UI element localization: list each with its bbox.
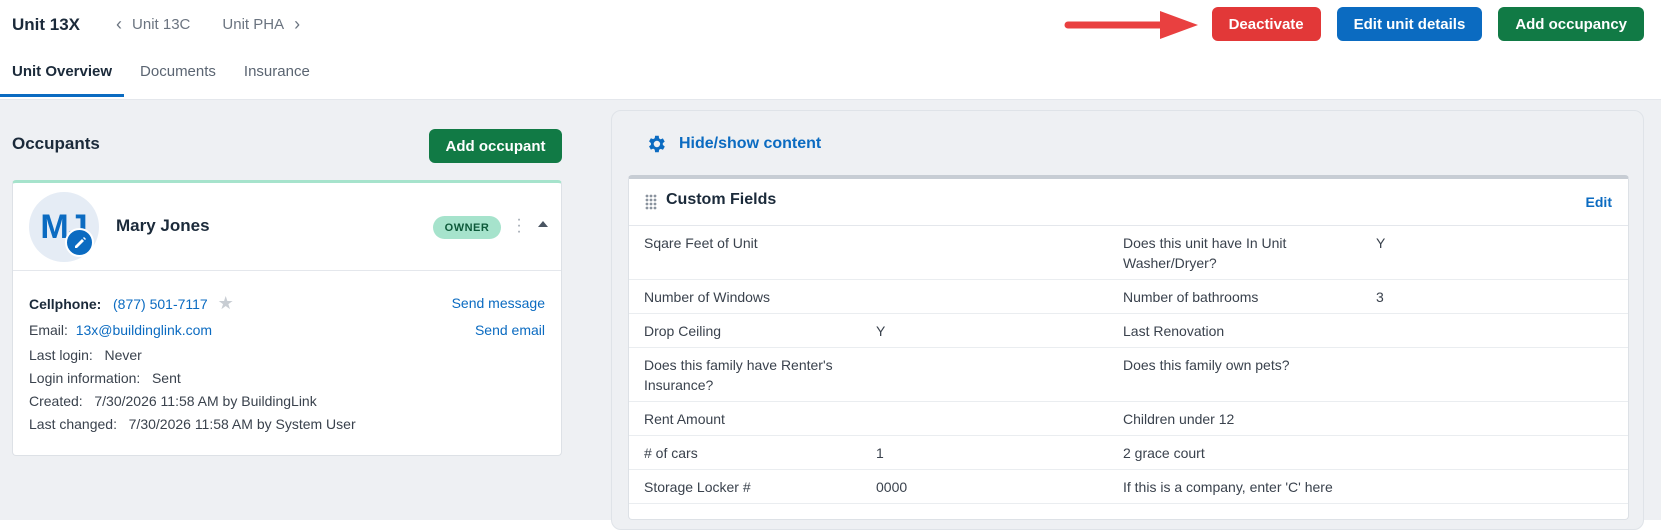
custom-fields-title: Custom Fields (666, 191, 777, 208)
field-label: Drop Ceiling (629, 313, 876, 348)
field-label: Children under 12 (1123, 401, 1376, 436)
field-value: 3 (1376, 279, 1628, 314)
chevron-left-icon[interactable]: ‹ (116, 14, 122, 35)
table-row: Does this family have Renter's Insurance… (629, 347, 1628, 402)
login-info-value: Sent (151, 370, 181, 386)
field-value (876, 226, 1123, 280)
page-header: Unit 13X ‹ Unit 13C Unit PHA › Deactivat… (0, 0, 1661, 100)
prev-unit-link[interactable]: Unit 13C (132, 16, 190, 33)
add-occupancy-button[interactable]: Add occupancy (1498, 7, 1644, 41)
field-label: 2 grace court (1123, 435, 1376, 470)
table-row: Sqare Feet of Unit Does this unit have I… (629, 226, 1628, 280)
unit-navigation: Unit 13X ‹ Unit 13C Unit PHA › (12, 14, 310, 35)
unit-tabs: Unit Overview Documents Insurance (0, 55, 326, 97)
field-value (1376, 435, 1628, 470)
annotation-arrow-icon (1064, 11, 1198, 39)
field-label: Number of bathrooms (1123, 279, 1376, 314)
edit-unit-details-button[interactable]: Edit unit details (1336, 7, 1483, 41)
last-changed-label: Last changed: (29, 416, 117, 432)
email-row: Email: 13x@buildinglink.com (29, 322, 212, 338)
page-title: Unit 13X (12, 14, 81, 34)
custom-fields-card: Custom Fields Edit Sqare Feet of Unit Do… (628, 175, 1629, 520)
add-occupant-button[interactable]: Add occupant (429, 129, 562, 163)
send-email-link[interactable]: Send email (475, 322, 545, 338)
created-value: 7/30/2026 11:58 AM by BuildingLink (94, 393, 317, 409)
drag-handle-icon[interactable] (645, 194, 657, 210)
main-content: Occupants Add occupant MJ Mary Jones OWN… (0, 100, 1661, 530)
field-label: If this is a company, enter 'C' here (1123, 469, 1376, 504)
cellphone-link[interactable]: (877) 501-7117 (113, 296, 208, 312)
field-value (876, 279, 1123, 314)
field-value (876, 401, 1123, 436)
field-value (1376, 313, 1628, 348)
login-info-label: Login information: (29, 370, 141, 386)
chevron-right-icon[interactable]: › (294, 14, 300, 35)
field-value (1376, 469, 1628, 504)
last-login-value: Never (104, 347, 142, 363)
cellphone-row: Cellphone: (877) 501-7117 ★ (29, 293, 234, 314)
table-row: Drop Ceiling Y Last Renovation (629, 313, 1628, 348)
login-info-row: Login information: Sent (29, 370, 181, 386)
field-value: 0000 (876, 469, 1123, 504)
field-label: Last Renovation (1123, 313, 1376, 348)
occupant-card: MJ Mary Jones OWNER · · · Cellphone: (877)… (12, 180, 562, 456)
field-label: Storage Locker # (629, 469, 876, 504)
tab-unit-overview[interactable]: Unit Overview (0, 55, 125, 97)
created-row: Created: 7/30/2026 11:58 AM by BuildingL… (29, 393, 317, 409)
last-login-row: Last login: Never (29, 347, 142, 363)
field-value: 1 (876, 435, 1123, 470)
tab-documents[interactable]: Documents (128, 55, 228, 97)
status-badge: OWNER (433, 216, 501, 239)
cellphone-label: Cellphone: (29, 296, 102, 312)
table-row: # of cars 1 2 grace court (629, 435, 1628, 470)
email-label: Email: (29, 322, 68, 338)
custom-fields-table: Sqare Feet of Unit Does this unit have I… (629, 226, 1628, 504)
unit-details-panel: Hide/show content Custom Fields Edit Sqa… (611, 110, 1644, 530)
custom-fields-edit-link[interactable]: Edit (1586, 194, 1612, 210)
occupant-card-header: MJ Mary Jones OWNER · · · (13, 183, 561, 271)
next-unit-link[interactable]: Unit PHA (222, 16, 284, 33)
custom-fields-header: Custom Fields Edit (629, 179, 1628, 226)
table-row: Rent Amount Children under 12 (629, 401, 1628, 436)
edit-avatar-pencil-icon[interactable] (65, 228, 94, 257)
field-label: Does this unit have In Unit Washer/Dryer… (1123, 226, 1376, 280)
star-icon[interactable]: ★ (218, 293, 234, 313)
last-changed-row: Last changed: 7/30/2026 11:58 AM by Syst… (29, 416, 356, 432)
created-label: Created: (29, 393, 83, 409)
field-value (1376, 347, 1628, 402)
deactivate-button[interactable]: Deactivate (1211, 7, 1321, 41)
field-label: Does this family have Renter's Insurance… (629, 347, 876, 402)
field-value (1376, 401, 1628, 436)
field-label: Does this family own pets? (1123, 347, 1376, 402)
occupants-heading: Occupants (12, 134, 100, 153)
field-label: Rent Amount (629, 401, 876, 436)
field-label: Number of Windows (629, 279, 876, 314)
table-row: Storage Locker # 0000 If this is a compa… (629, 469, 1628, 504)
email-link[interactable]: 13x@buildinglink.com (76, 322, 212, 338)
send-message-link[interactable]: Send message (452, 295, 545, 311)
field-label: # of cars (629, 435, 876, 470)
field-label: Sqare Feet of Unit (629, 226, 876, 280)
field-value (876, 347, 1123, 402)
more-options-icon[interactable]: · · · (515, 212, 523, 240)
field-value: Y (876, 313, 1123, 348)
tab-insurance[interactable]: Insurance (232, 55, 322, 97)
header-actions: Deactivate Edit unit details Add occupan… (1211, 7, 1644, 41)
last-changed-value: 7/30/2026 11:58 AM by System User (128, 416, 356, 432)
collapse-caret-icon[interactable] (538, 221, 548, 227)
hide-show-label: Hide/show content (679, 135, 822, 152)
gear-icon (649, 135, 665, 153)
occupant-name: Mary Jones (116, 216, 210, 235)
hide-show-content-link[interactable]: Hide/show content (645, 133, 821, 155)
table-row: Number of Windows Number of bathrooms 3 (629, 279, 1628, 314)
field-value: Y (1376, 226, 1628, 280)
last-login-label: Last login: (29, 347, 93, 363)
